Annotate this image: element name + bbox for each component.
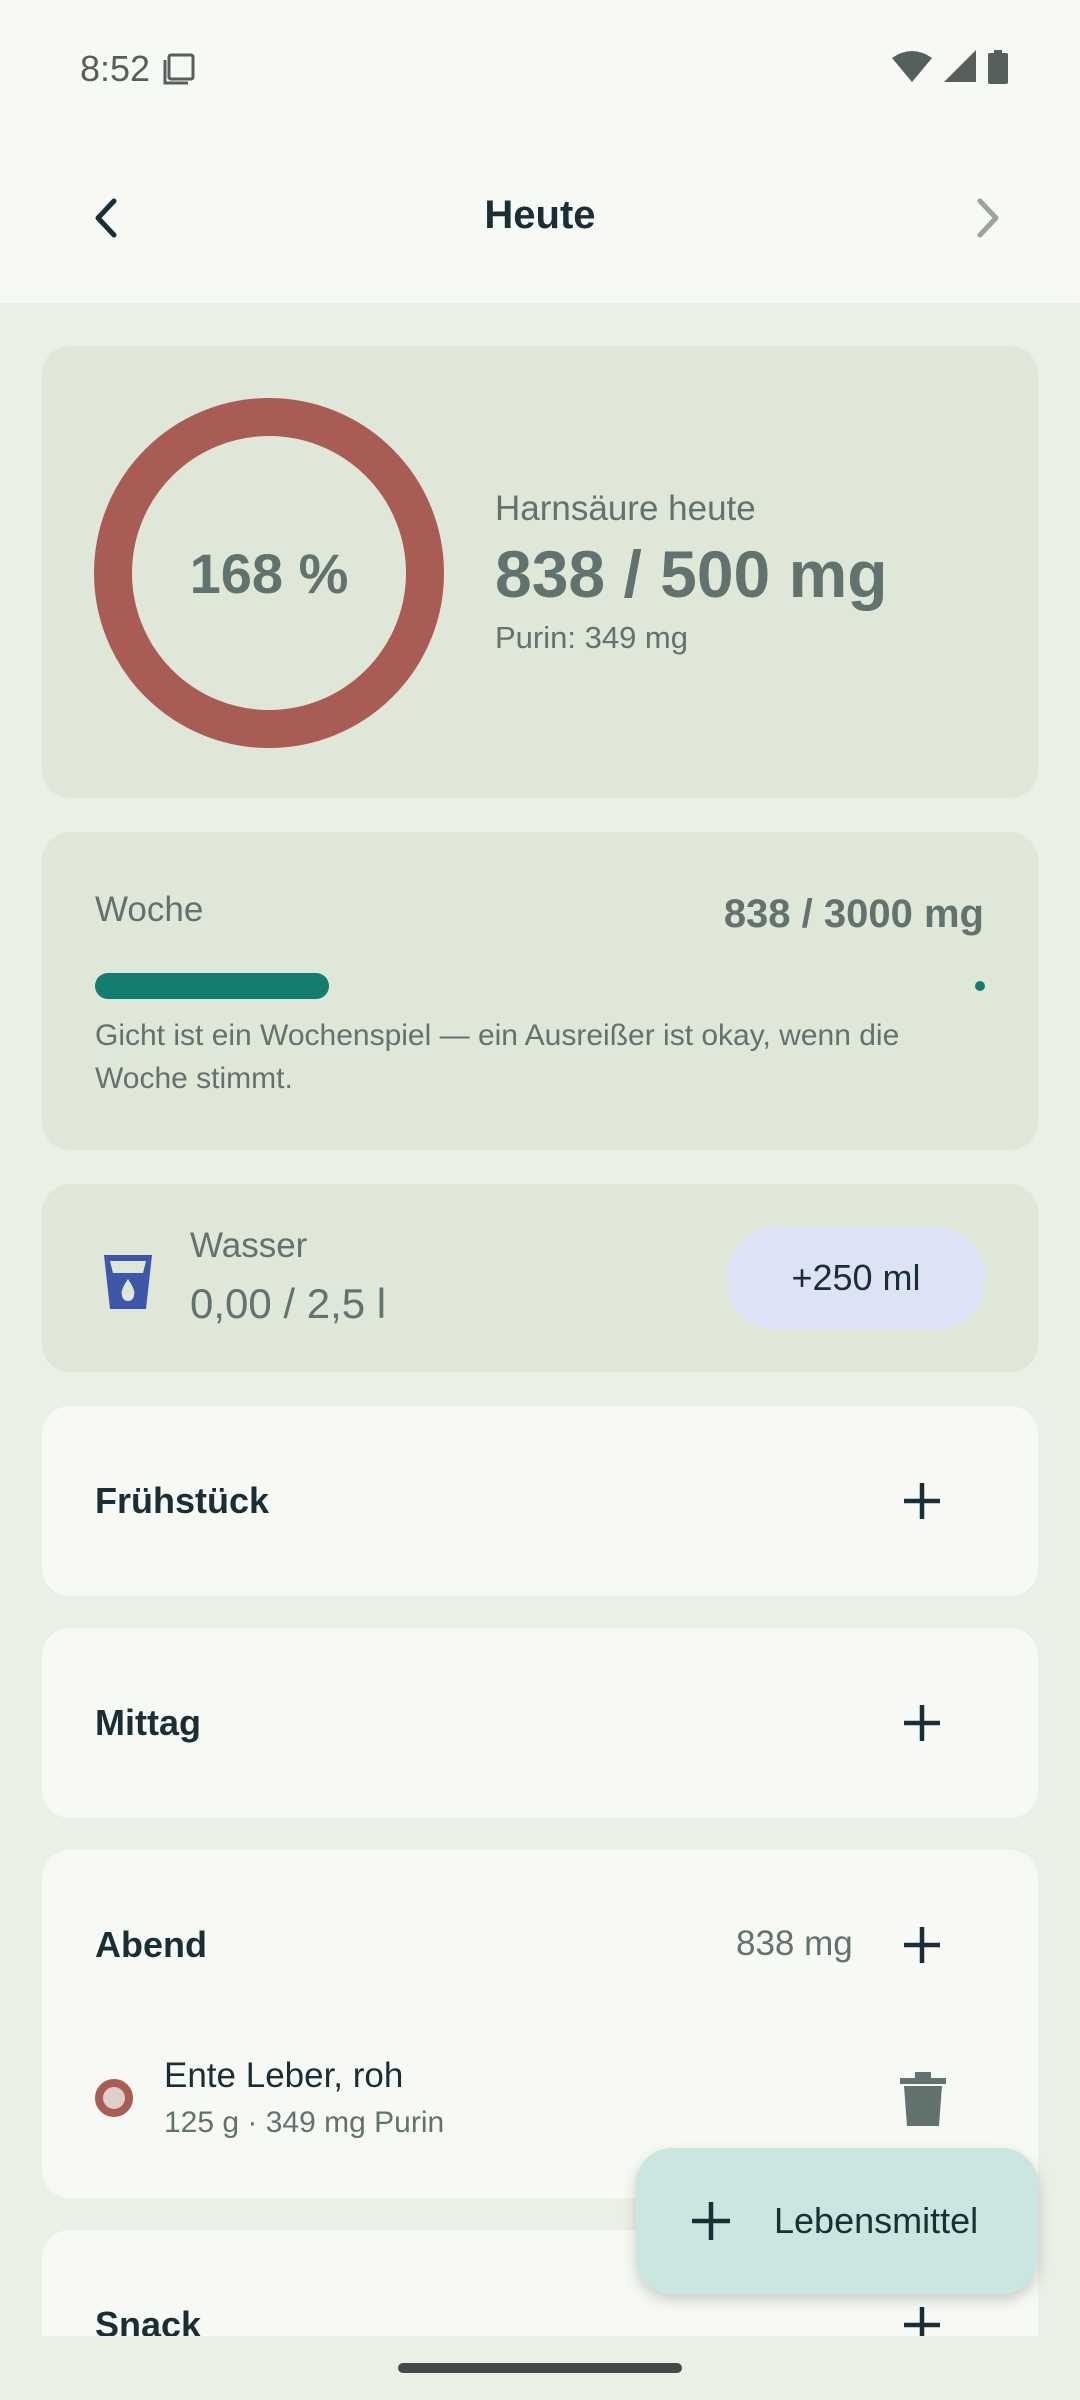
uric-acid-card: 168 % Harnsäure heute 838 / 500 mg Purin… xyxy=(42,346,1038,798)
meal-card-lunch: Mittag xyxy=(42,1628,1038,1818)
purin-level-indicator xyxy=(95,2079,133,2117)
forward-arrow-icon[interactable] xyxy=(962,193,1012,243)
top-app-bar: Heute xyxy=(0,135,1080,303)
week-progress-end-dot xyxy=(975,981,985,991)
plus-icon xyxy=(904,1927,940,1963)
week-progress-fill xyxy=(95,973,329,999)
uric-acid-label: Harnsäure heute xyxy=(495,489,756,528)
signal-icon xyxy=(944,50,976,82)
meal-title: Frühstück xyxy=(95,1480,270,1521)
fab-label: Lebensmittel xyxy=(774,2200,979,2241)
plus-icon xyxy=(692,2202,730,2240)
week-progress-bar xyxy=(95,973,985,999)
week-label: Woche xyxy=(95,890,204,929)
purin-value: Purin: 349 mg xyxy=(495,620,688,655)
meal-title: Abend xyxy=(95,1924,207,1965)
meal-card-breakfast: Frühstück xyxy=(42,1406,1038,1596)
home-gesture-handle[interactable] xyxy=(398,2363,682,2373)
battery-icon xyxy=(988,50,1008,84)
water-glass-icon xyxy=(104,1255,152,1309)
plus-icon xyxy=(904,1483,940,1519)
page-title: Heute xyxy=(484,193,596,237)
system-navigation-bar xyxy=(0,2336,1080,2400)
add-food-lunch-button[interactable] xyxy=(892,1693,952,1753)
food-detail: 125 g · 349 mg Purin xyxy=(164,2106,445,2139)
meal-card-dinner: Abend 838 mg Ente Leber, roh 125 g · 349… xyxy=(42,1850,1038,2198)
water-label: Wasser xyxy=(190,1226,308,1265)
week-value: 838 / 3000 mg xyxy=(723,892,984,936)
plus-icon xyxy=(904,1705,940,1741)
week-card: Woche 838 / 3000 mg Gicht ist ein Wochen… xyxy=(42,832,1038,1150)
meal-title: Mittag xyxy=(95,1702,201,1743)
meal-total: 838 mg xyxy=(736,1924,853,1963)
food-name: Ente Leber, roh xyxy=(164,2056,404,2095)
status-icons xyxy=(892,50,1008,84)
water-card: Wasser 0,00 / 2,5 l +250 ml xyxy=(42,1184,1038,1372)
add-food-fab[interactable]: Lebensmittel xyxy=(636,2148,1038,2294)
status-time: 8:52 xyxy=(80,48,151,89)
status-bar: 8:52 xyxy=(0,0,1080,135)
add-water-button[interactable]: +250 ml xyxy=(726,1226,986,1330)
uric-acid-value: 838 / 500 mg xyxy=(495,537,888,611)
water-value: 0,00 / 2,5 l xyxy=(190,1280,387,1327)
delete-trash-icon[interactable] xyxy=(898,2072,948,2128)
wifi-icon xyxy=(892,51,932,82)
add-food-dinner-button[interactable] xyxy=(892,1915,952,1975)
week-note: Gicht ist ein Wochenspiel — ein Ausreiße… xyxy=(95,1019,900,1095)
uric-acid-percent: 168 % xyxy=(189,541,349,605)
screenshot-notification-icon xyxy=(163,53,195,85)
add-food-breakfast-button[interactable] xyxy=(892,1471,952,1531)
